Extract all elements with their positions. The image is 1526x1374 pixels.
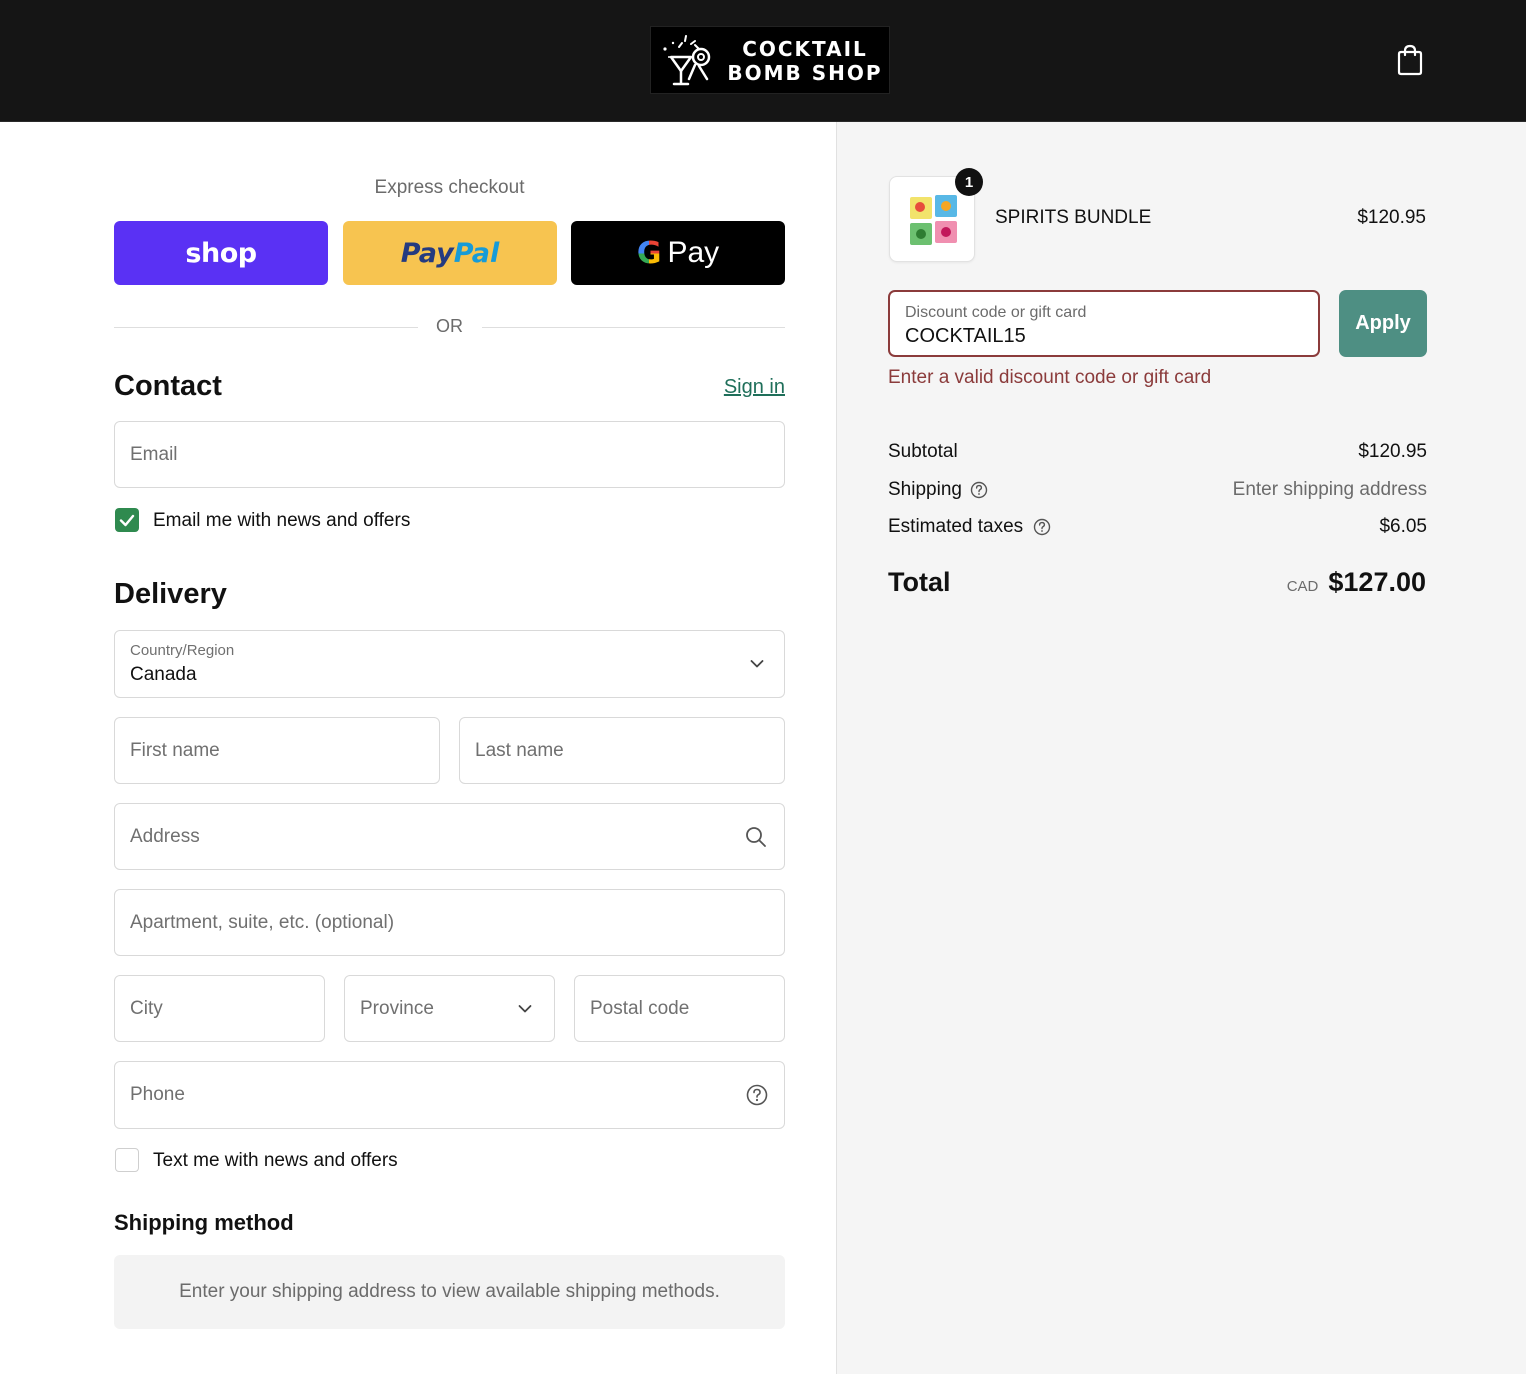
discount-code-label: Discount code or gift card <box>905 304 1087 321</box>
province-select[interactable]: Province <box>344 975 555 1042</box>
email-field[interactable]: Email <box>114 421 785 488</box>
email-newsletter-checkbox[interactable] <box>115 508 139 532</box>
logo-line-1: COCKTAIL <box>742 37 868 61</box>
sign-in-link[interactable]: Sign in <box>700 376 785 399</box>
total-label: Total <box>888 567 951 597</box>
country-select[interactable]: Country/Region Canada <box>114 630 785 698</box>
postal-code-placeholder: Postal code <box>590 997 690 1019</box>
taxes-help-icon[interactable] <box>1033 518 1051 536</box>
shipping-label-group: Shipping <box>888 479 988 501</box>
google-pay-button[interactable]: G Pay <box>571 221 785 285</box>
store-logo[interactable]: COCKTAIL BOMB SHOP <box>650 26 890 94</box>
or-divider: OR <box>114 316 785 340</box>
shopping-bag-icon[interactable] <box>1395 44 1425 76</box>
logo-line-2: BOMB SHOP <box>727 61 883 85</box>
google-pay-label: Pay <box>667 236 720 269</box>
total-value-group: CAD $127.00 <box>1287 567 1426 598</box>
apartment-field[interactable]: Apartment, suite, etc. (optional) <box>114 889 785 956</box>
discount-code-value: COCKTAIL15 <box>905 325 1026 347</box>
email-placeholder: Email <box>130 443 178 465</box>
last-name-placeholder: Last name <box>475 739 564 761</box>
phone-placeholder: Phone <box>130 1084 185 1105</box>
city-field[interactable]: City <box>114 975 325 1042</box>
shipping-method-heading: Shipping method <box>114 1210 294 1235</box>
last-name-field[interactable]: Last name <box>459 717 785 784</box>
city-placeholder: City <box>130 997 163 1019</box>
check-icon <box>119 514 135 527</box>
shipping-value: Enter shipping address <box>1232 479 1427 500</box>
total-currency: CAD <box>1286 578 1319 595</box>
address-placeholder: Address <box>130 825 200 847</box>
chevron-down-icon <box>518 1004 532 1012</box>
taxes-value: $6.05 <box>1379 516 1427 537</box>
taxes-label-group: Estimated taxes <box>888 516 1051 538</box>
search-icon[interactable] <box>745 826 767 848</box>
google-g-icon: G <box>636 235 662 271</box>
first-name-placeholder: First name <box>130 739 220 761</box>
order-summary-column: 1 SPIRITS BUNDLE $120.95 Discount code o… <box>836 122 1526 1374</box>
paypal-label-pay: Pay <box>400 237 454 269</box>
address-field[interactable]: Address <box>114 803 785 870</box>
delivery-heading: Delivery <box>114 578 227 610</box>
taxes-label: Estimated taxes <box>888 516 1024 537</box>
subtotal-value: $120.95 <box>1358 441 1427 462</box>
chevron-down-icon <box>750 660 764 668</box>
total-value: $127.00 <box>1328 567 1426 597</box>
shipping-label: Shipping <box>888 479 962 500</box>
shop-pay-label: shop <box>185 237 257 269</box>
email-newsletter-label[interactable]: Email me with news and offers <box>153 510 410 532</box>
product-name: SPIRITS BUNDLE <box>995 207 1152 228</box>
shipping-method-text: Enter your shipping address to view avai… <box>179 1281 720 1302</box>
province-placeholder: Province <box>360 997 434 1019</box>
paypal-label-pal: Pal <box>453 237 500 269</box>
cocktail-logo-icon <box>663 35 711 86</box>
subtotal-row: Subtotal $120.95 <box>888 441 1427 467</box>
sms-newsletter-checkbox[interactable] <box>115 1148 139 1172</box>
taxes-row: Estimated taxes $6.05 <box>888 516 1427 542</box>
apartment-placeholder: Apartment, suite, etc. (optional) <box>130 911 395 933</box>
shipping-method-message: Enter your shipping address to view avai… <box>114 1255 785 1329</box>
quantity-badge: 1 <box>955 168 983 196</box>
contact-heading: Contact <box>114 370 222 402</box>
discount-error-message: Enter a valid discount code or gift card <box>888 367 1212 388</box>
or-label: OR <box>436 316 463 336</box>
shipping-help-icon[interactable] <box>970 481 988 499</box>
express-checkout-label: Express checkout <box>374 177 525 198</box>
country-value: Canada <box>130 664 197 685</box>
sms-newsletter-label[interactable]: Text me with news and offers <box>153 1150 398 1172</box>
shipping-row: Shipping Enter shipping address <box>888 479 1427 505</box>
phone-field[interactable]: Phone <box>114 1061 785 1129</box>
subtotal-label: Subtotal <box>888 441 958 462</box>
country-label: Country/Region <box>130 642 235 659</box>
question-circle-icon[interactable] <box>746 1084 768 1106</box>
shop-pay-button[interactable]: shop <box>114 221 328 285</box>
discount-code-field[interactable]: Discount code or gift card COCKTAIL15 <box>888 290 1320 357</box>
checkout-form-column: Express checkout shop Pay Pal G Pay OR Co… <box>0 122 836 1374</box>
postal-code-field[interactable]: Postal code <box>574 975 785 1042</box>
logo-text: COCKTAIL BOMB SHOP <box>723 37 887 85</box>
apply-button[interactable]: Apply <box>1339 290 1427 357</box>
paypal-button[interactable]: Pay Pal <box>343 221 557 285</box>
first-name-field[interactable]: First name <box>114 717 440 784</box>
product-price: $120.95 <box>1357 207 1426 228</box>
top-header: COCKTAIL BOMB SHOP <box>0 0 1526 122</box>
